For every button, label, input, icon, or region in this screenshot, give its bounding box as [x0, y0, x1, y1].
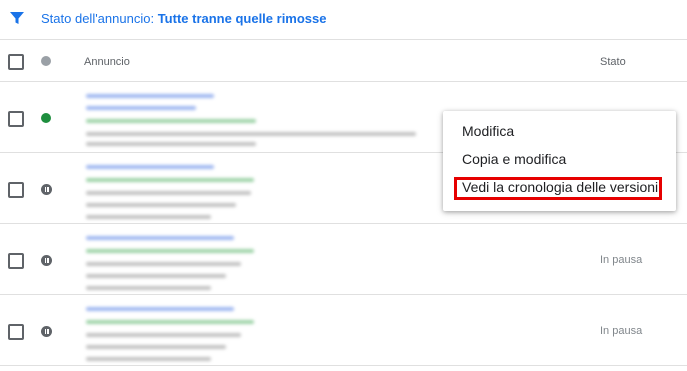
menu-item-edit[interactable]: Modifica [462, 123, 514, 139]
table-row: In pausa [0, 295, 687, 366]
menu-item-copy-and-edit[interactable]: Copia e modifica [462, 151, 566, 167]
row-checkbox[interactable] [8, 111, 24, 127]
column-header-ad[interactable]: Annuncio [84, 56, 130, 68]
row-checkbox[interactable] [8, 324, 24, 340]
ad-preview-blurred[interactable] [84, 234, 424, 290]
table-row: In pausa [0, 224, 687, 295]
status-column-dot[interactable] [41, 56, 51, 66]
enabled-status-dot [41, 113, 51, 123]
row-status: In pausa [600, 325, 643, 337]
status-filter[interactable]: Stato dell'annuncio: Tutte tranne quelle… [41, 11, 327, 26]
table-header: Annuncio Stato [0, 41, 687, 82]
filter-value: Tutte tranne quelle rimosse [157, 11, 327, 26]
row-checkbox[interactable] [8, 253, 24, 269]
row-status: In pausa [600, 254, 643, 266]
filter-icon[interactable] [9, 10, 25, 26]
pause-icon [41, 255, 52, 266]
pause-icon [41, 184, 52, 195]
filter-bar: Stato dell'annuncio: Tutte tranne quelle… [0, 0, 687, 40]
row-checkbox[interactable] [8, 182, 24, 198]
ad-preview-blurred[interactable] [84, 92, 424, 147]
select-all-checkbox[interactable] [8, 54, 24, 70]
context-menu: Modifica Copia e modifica Vedi la cronol… [443, 111, 676, 211]
pause-icon [41, 326, 52, 337]
ad-preview-blurred[interactable] [84, 163, 424, 219]
ad-preview-blurred[interactable] [84, 305, 424, 361]
filter-label: Stato dell'annuncio: [41, 11, 155, 26]
column-header-status[interactable]: Stato [600, 56, 626, 68]
highlight-box [454, 177, 662, 200]
